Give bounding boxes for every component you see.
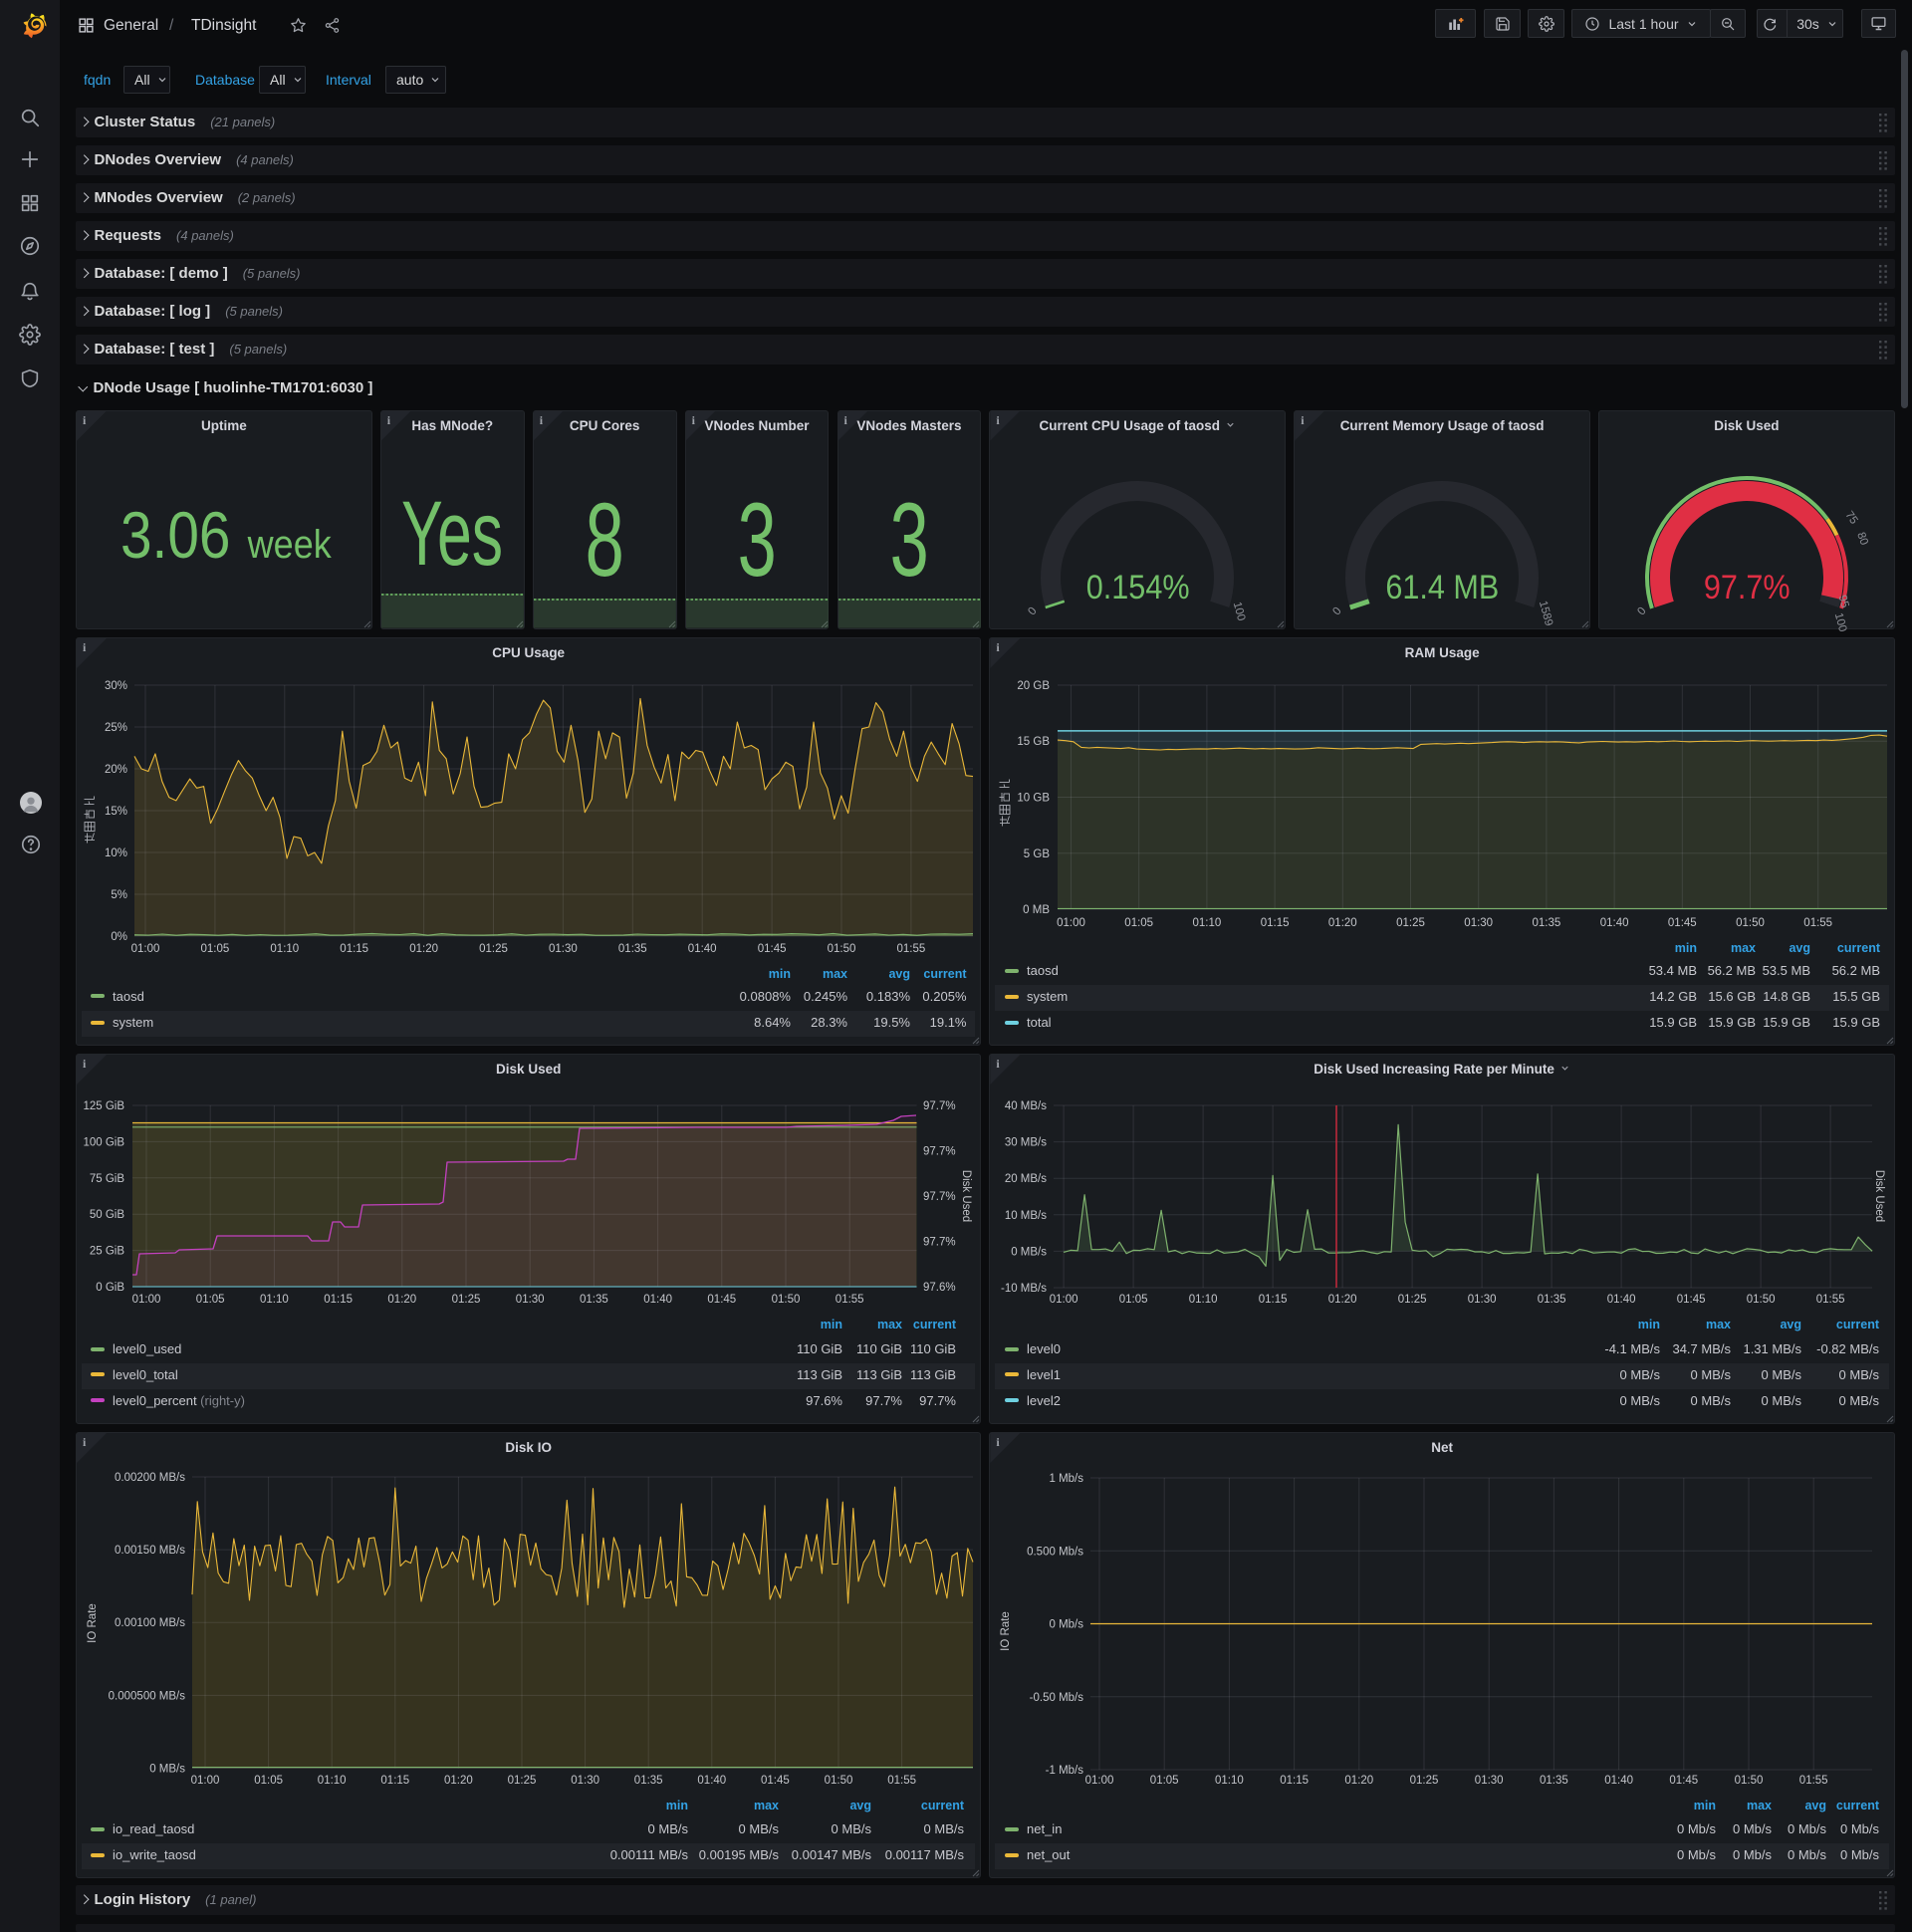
svg-text:IO Rate: IO Rate: [1000, 1611, 1012, 1651]
